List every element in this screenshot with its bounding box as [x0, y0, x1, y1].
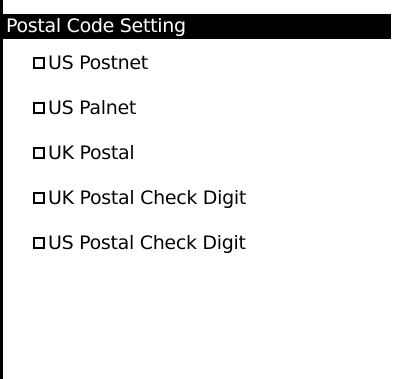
checkbox-icon[interactable] [33, 56, 45, 69]
postal-code-option-list: US Postnet US Palnet UK Postal UK Postal… [33, 47, 246, 272]
option-us-postal-check-digit[interactable]: US Postal Check Digit [33, 227, 246, 258]
title-bar: Postal Code Setting [0, 14, 391, 39]
postal-code-setting-screen: Postal Code Setting US Postnet US Palnet… [0, 0, 395, 379]
checkbox-icon[interactable] [33, 101, 45, 114]
option-label: US Postnet [48, 51, 148, 74]
checkbox-icon[interactable] [33, 191, 45, 204]
checkbox-icon[interactable] [33, 146, 45, 159]
left-border [0, 0, 3, 379]
checkbox-icon[interactable] [33, 236, 45, 249]
option-label: UK Postal [48, 141, 135, 164]
option-uk-postal[interactable]: UK Postal [33, 137, 246, 168]
option-uk-postal-check-digit[interactable]: UK Postal Check Digit [33, 182, 246, 213]
option-label: UK Postal Check Digit [48, 186, 247, 209]
option-label: US Postal Check Digit [48, 231, 246, 254]
option-us-postnet[interactable]: US Postnet [33, 47, 246, 78]
option-us-palnet[interactable]: US Palnet [33, 92, 246, 123]
option-label: US Palnet [48, 96, 137, 119]
